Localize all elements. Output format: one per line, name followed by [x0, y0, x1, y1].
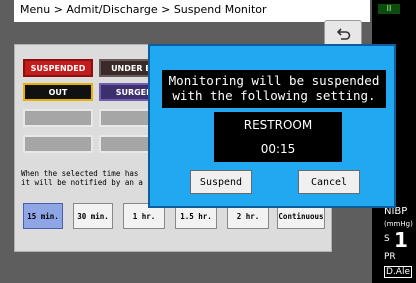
mode-suspended-button[interactable]: SUSPENDED [23, 59, 93, 77]
lead-indicator: II [378, 4, 400, 14]
suspend-confirm-dialog: Monitoring will be suspended with the fo… [148, 44, 396, 208]
breadcrumb-bar: Menu > Admit/Discharge > Suspend Monitor [14, 0, 370, 22]
dialog-message-line-2: with the following setting. [172, 88, 376, 103]
breadcrumb: Menu > Admit/Discharge > Suspend Monitor [20, 3, 267, 16]
mode-empty-button[interactable] [23, 109, 93, 127]
dialog-message-line-1: Monitoring will be suspended [168, 73, 380, 88]
return-arrow-icon [336, 28, 351, 40]
systolic-label: S [384, 234, 390, 244]
time-15-min-button[interactable]: 15 min. [23, 203, 63, 229]
time-30-min-button[interactable]: 30 min. [73, 203, 113, 229]
mode-empty-button[interactable] [23, 135, 93, 153]
nibp-unit: (mmHg) [384, 220, 413, 228]
pulse-rate-label: PR [384, 252, 396, 262]
setting-display: RESTROOM 00:15 [214, 112, 342, 162]
suspend-duration: 00:15 [260, 142, 296, 156]
dialog-message: Monitoring will be suspended with the fo… [162, 70, 386, 108]
suspend-button[interactable]: Suspend [190, 170, 252, 194]
suspend-reason: RESTROOM [243, 118, 313, 132]
mode-out-button[interactable]: OUT [23, 83, 93, 101]
alarm-label[interactable]: D.Ale [384, 266, 412, 278]
systolic-value: 1 [394, 228, 408, 252]
time-hint-text: When the selected time has it will be no… [21, 169, 143, 187]
cancel-button[interactable]: Cancel [298, 170, 360, 194]
